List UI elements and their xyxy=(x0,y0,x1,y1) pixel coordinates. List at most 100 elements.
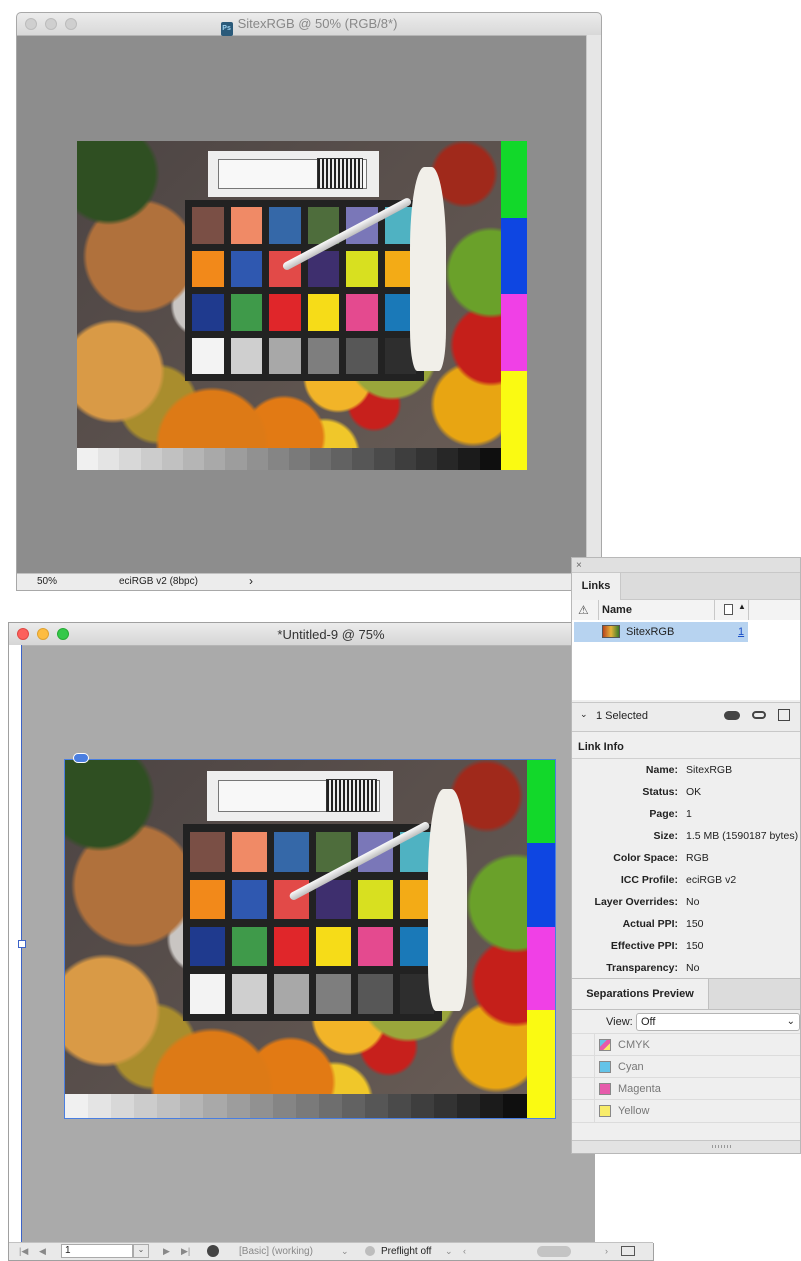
tab-strip xyxy=(620,573,800,600)
info-value: 150 xyxy=(686,940,704,952)
color-patch xyxy=(269,294,301,331)
separation-row-cyan[interactable]: Cyan xyxy=(572,1055,800,1078)
gray-step xyxy=(140,447,162,470)
page-number-field[interactable]: 1 xyxy=(61,1244,133,1258)
separation-row-magenta[interactable]: Magenta xyxy=(572,1077,800,1100)
indesign-titlebar[interactable]: *Untitled-9 @ 75% xyxy=(9,623,653,646)
column-divider xyxy=(748,600,749,620)
link-page-number[interactable]: 1 xyxy=(738,626,744,638)
scroll-right-icon[interactable]: › xyxy=(605,1246,608,1256)
indesign-document-window[interactable]: *Untitled-9 @ 75% |◀ ◀ 1 ⌄ ▶ ▶| [Basic] … xyxy=(8,622,655,1261)
photoshop-document-window[interactable]: Ps SitexRGB @ 50% (RGB/8*) 50% eciRGB v2 … xyxy=(16,12,602,591)
color-patch xyxy=(192,337,224,374)
color-patch xyxy=(269,337,301,374)
info-key: Page: xyxy=(649,808,678,820)
status-expand-arrow[interactable]: › xyxy=(249,574,253,588)
label-resolution-target xyxy=(316,158,364,189)
id-status-bar: |◀ ◀ 1 ⌄ ▶ ▶| [Basic] (working) ⌄ Prefli… xyxy=(9,1242,653,1260)
open-in-window-icon[interactable] xyxy=(207,1245,219,1257)
style-mode-label[interactable]: [Basic] (working) xyxy=(239,1246,313,1257)
selected-count: 1 Selected xyxy=(596,710,648,722)
visibility-toggle[interactable] xyxy=(572,1100,595,1122)
cc-libraries-icon[interactable] xyxy=(724,711,740,720)
link-row-sitexrgb[interactable]: SitexRGB 1 xyxy=(574,622,748,642)
first-page-icon[interactable]: |◀ xyxy=(19,1246,28,1257)
preflight-chevron-icon[interactable]: ⌄ xyxy=(445,1246,453,1257)
page-edge-handle[interactable] xyxy=(18,940,26,948)
yellow-swatch-icon xyxy=(599,1105,611,1117)
visibility-toggle[interactable] xyxy=(572,1034,595,1056)
split-window-icon[interactable] xyxy=(621,1246,635,1256)
info-row-transparency: Transparency: No xyxy=(572,957,800,979)
info-key: Layer Overrides: xyxy=(594,896,678,908)
separations-tab-strip: Separations Preview xyxy=(572,978,800,1010)
separation-row-cmyk[interactable]: CMYK xyxy=(572,1033,800,1056)
view-select[interactable]: Off ⌄ xyxy=(636,1013,800,1031)
zoom-level[interactable]: 50% xyxy=(37,576,57,587)
ps-status-bar: 50% eciRGB v2 (8bpc) › xyxy=(17,573,601,590)
gray-step xyxy=(225,447,247,470)
info-row-icc-profile: ICC Profile: eciRGB v2 xyxy=(572,869,800,891)
visibility-toggle[interactable] xyxy=(572,1056,595,1078)
info-key: Actual PPI: xyxy=(622,918,678,930)
next-page-icon[interactable]: ▶ xyxy=(163,1246,170,1257)
color-patch xyxy=(192,207,224,244)
colorchecker-board xyxy=(185,200,424,382)
image-sitexrgb-preview[interactable] xyxy=(77,141,527,470)
cmyk-swatch-icon xyxy=(599,1039,611,1051)
style-mode-chevron-icon[interactable]: ⌄ xyxy=(341,1246,349,1257)
gray-step xyxy=(373,447,395,470)
sort-ascending-icon[interactable]: ▲ xyxy=(738,602,746,611)
graphic-frame-selection[interactable] xyxy=(64,759,556,1119)
photoshop-titlebar[interactable]: Ps SitexRGB @ 50% (RGB/8*) xyxy=(17,13,601,36)
panel-topbar[interactable] xyxy=(572,558,800,573)
panel-close-icon[interactable]: × xyxy=(576,560,582,571)
info-value: 1.5 MB (1590187 bytes) xyxy=(686,830,799,842)
info-value: eciRGB v2 xyxy=(686,874,737,886)
gray-step xyxy=(98,447,120,470)
tab-separations-preview[interactable]: Separations Preview xyxy=(572,979,709,1009)
name-column-header[interactable]: Name xyxy=(602,604,632,616)
info-row-layer-overrides: Layer Overrides: No xyxy=(572,891,800,913)
last-page-icon[interactable]: ▶| xyxy=(181,1246,190,1257)
info-key: Name: xyxy=(645,764,678,776)
info-value: SitexRGB xyxy=(686,764,733,776)
cyan-swatch-icon xyxy=(599,1061,611,1073)
separation-label: CMYK xyxy=(618,1039,650,1051)
color-bar-2 xyxy=(500,294,527,371)
color-bar-0 xyxy=(500,141,527,218)
gray-step xyxy=(182,447,205,470)
horizontal-scroll-thumb[interactable] xyxy=(537,1246,571,1257)
info-key: Color Space: xyxy=(613,852,678,864)
gray-step xyxy=(352,447,374,470)
link-name: SitexRGB xyxy=(626,626,675,638)
info-key: ICC Profile: xyxy=(620,874,678,886)
separation-row-yellow[interactable]: Yellow xyxy=(572,1099,800,1123)
info-key: Transparency: xyxy=(606,962,678,974)
tab-links[interactable]: Links xyxy=(572,573,621,599)
relink-icon[interactable] xyxy=(752,711,766,719)
info-row-color-space: Color Space: RGB xyxy=(572,847,800,869)
color-profile-info[interactable]: eciRGB v2 (8bpc) xyxy=(119,576,198,587)
previous-page-icon[interactable]: ◀ xyxy=(39,1246,46,1257)
vertical-scrollbar[interactable] xyxy=(586,35,601,575)
scroll-left-icon[interactable]: ‹ xyxy=(463,1246,466,1256)
link-info-heading: Link Info xyxy=(578,741,624,753)
view-label: View: xyxy=(606,1016,633,1028)
separation-label: Magenta xyxy=(618,1083,661,1095)
magenta-swatch-icon xyxy=(599,1083,611,1095)
disclosure-chevron-icon[interactable]: ⌄ xyxy=(580,709,588,720)
preflight-label[interactable]: Preflight off xyxy=(381,1246,431,1257)
gray-step xyxy=(204,447,226,470)
panel-resize-grip[interactable] xyxy=(572,1140,800,1153)
warning-icon[interactable]: ⚠ xyxy=(578,603,589,617)
view-select-value: Off xyxy=(641,1016,656,1028)
color-patch xyxy=(230,250,263,288)
page-dropdown-chevron-icon[interactable]: ⌄ xyxy=(133,1244,149,1258)
page-column-icon[interactable] xyxy=(724,604,733,615)
link-badge-icon[interactable] xyxy=(73,753,89,763)
gray-step xyxy=(416,447,438,470)
info-value: No xyxy=(686,896,700,908)
go-to-link-icon[interactable] xyxy=(778,709,790,721)
visibility-toggle[interactable] xyxy=(572,1078,595,1100)
